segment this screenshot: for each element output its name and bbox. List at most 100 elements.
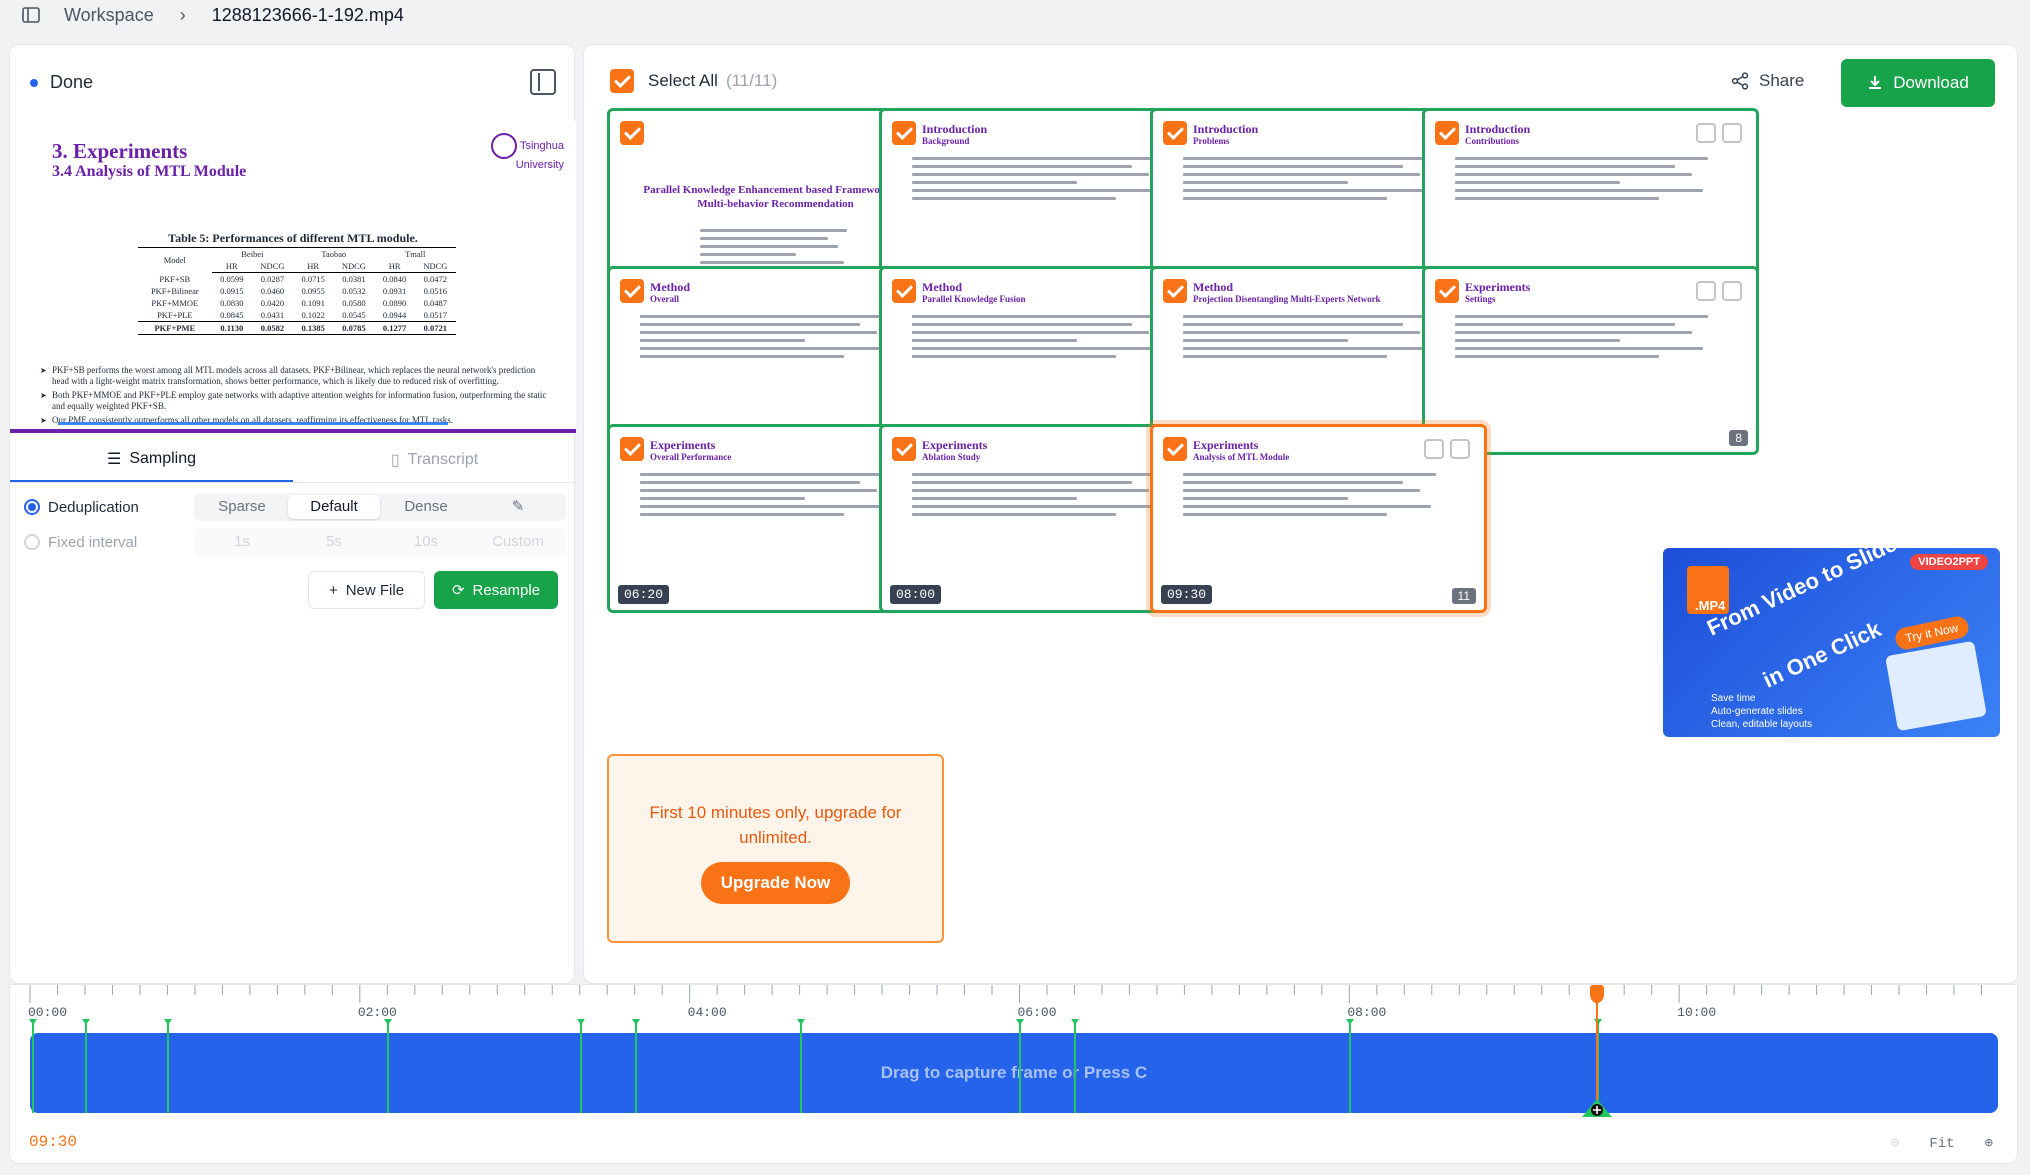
dedup-option[interactable]: Deduplication: [24, 492, 139, 522]
tab-sampling[interactable]: ☰ Sampling: [10, 438, 293, 482]
new-file-button[interactable]: + New File: [308, 571, 425, 609]
copy-icon[interactable]: [1696, 281, 1716, 301]
download-button[interactable]: Download: [1841, 59, 1995, 107]
frame-time: 09:30: [1161, 585, 1213, 604]
frame-title-text: Introduction: [1193, 122, 1259, 136]
table-cell: 0.0830: [220, 298, 244, 308]
resample-button[interactable]: ⟳ Resample: [434, 571, 558, 609]
frame-title: Introduction Background: [922, 123, 987, 147]
delete-icon[interactable]: [1722, 281, 1742, 301]
interval-custom[interactable]: Custom: [472, 530, 564, 554]
table-cell: 0.0840: [382, 274, 407, 284]
share-button[interactable]: Share: [1731, 71, 1804, 91]
interval-label: Fixed interval: [48, 533, 138, 551]
custom-pin-icon[interactable]: ✎: [472, 495, 564, 519]
preview-title: 3. Experiments: [52, 139, 188, 163]
interval-10s[interactable]: 10s: [380, 530, 472, 554]
interval-1s[interactable]: 1s: [196, 530, 288, 554]
frame-content: [1455, 315, 1730, 363]
frame-checkbox[interactable]: [1435, 279, 1459, 303]
upgrade-now-button[interactable]: Upgrade Now: [700, 862, 851, 904]
frame-title: Introduction Contributions: [1465, 123, 1530, 147]
frame-marker[interactable]: [164, 1019, 173, 1113]
select-all[interactable]: Select All (11/11): [610, 69, 777, 93]
radio-dedup[interactable]: [24, 499, 40, 515]
frames-header: Select All (11/11) Share Download: [584, 45, 2019, 117]
frame-marker[interactable]: [384, 1019, 393, 1113]
bullet-item: Both PKF+MMOE and PKF+PLE employ gate ne…: [40, 390, 550, 412]
fit-button[interactable]: Fit: [1929, 1136, 1954, 1152]
tab-transcript[interactable]: ▯ Transcript: [293, 438, 576, 482]
capture-add-icon[interactable]: [1581, 1099, 1612, 1117]
table-cell: 0.0955: [301, 286, 325, 296]
frame-title-text: Experiments: [650, 438, 716, 452]
frame-title: Parallel Knowledge Enhancement based Fra…: [643, 184, 908, 210]
table-header-row: Model Beibei Taobao Tmall: [138, 248, 456, 265]
table-cell: 0.1022: [301, 310, 325, 320]
frame-thumbnail[interactable]: Experiments Analysis of MTL Module 09:30 11: [1150, 424, 1487, 613]
interval-selector: 1s 5s 10s Custom: [194, 528, 566, 556]
status-header: Done: [10, 45, 576, 120]
frame-checkbox[interactable]: [1163, 437, 1187, 461]
interval-option[interactable]: Fixed interval: [24, 527, 137, 557]
table-cell: 0.0532: [342, 286, 366, 296]
document-icon: ▯: [390, 452, 400, 469]
timeline-track[interactable]: Drag to capture frame or Press C: [29, 1019, 1998, 1113]
download-label: Download: [1893, 73, 1969, 92]
collapse-panel-icon[interactable]: [530, 69, 556, 95]
frame-marker[interactable]: [1346, 1019, 1355, 1113]
zoom-out-icon[interactable]: ⊖: [1891, 1135, 1899, 1152]
radio-interval[interactable]: [24, 534, 40, 550]
ad-headline-1: From Video to Slides: [1703, 548, 1912, 641]
density-sparse[interactable]: Sparse: [196, 495, 288, 519]
frame-checkbox[interactable]: [1163, 121, 1187, 145]
table-cell: 0.0431: [260, 310, 285, 320]
slide-progress-bar: [58, 422, 448, 425]
density-default[interactable]: Default: [288, 495, 380, 519]
ad-feature: Clean, editable layouts: [1711, 719, 1813, 730]
frame-checkbox[interactable]: [892, 121, 916, 145]
status-text: Done: [50, 72, 94, 92]
frame-checkbox[interactable]: [620, 121, 644, 145]
sidebar-toggle-icon[interactable]: [22, 7, 40, 23]
table-cell: 0.0472: [423, 274, 448, 284]
frame-checkbox[interactable]: [620, 279, 644, 303]
timeline-hint: Drag to capture frame or Press C: [880, 1063, 1148, 1082]
frame-subtitle: Settings: [1465, 294, 1496, 304]
frame-title: Method Projection Disentangling Multi-Exp…: [1193, 281, 1381, 305]
density-dense[interactable]: Dense: [380, 495, 472, 519]
frame-marker[interactable]: [29, 1019, 37, 1113]
copy-icon[interactable]: [1424, 439, 1444, 459]
delete-icon[interactable]: [1450, 439, 1470, 459]
playhead[interactable]: [1595, 985, 1598, 1113]
frame-marker[interactable]: [576, 1019, 585, 1113]
table-cell: 0.0582: [251, 321, 294, 335]
frame-subtitle: Overall Performance: [650, 452, 732, 462]
preview-table-caption: Table 5: Performances of different MTL m…: [168, 231, 418, 245]
timeline-label: 04:00: [687, 1005, 727, 1020]
table-header-cell: NDCG: [251, 260, 294, 273]
frame-checkbox[interactable]: [892, 437, 916, 461]
frame-subtitle: Ablation Study: [922, 452, 981, 462]
frame-marker[interactable]: [1071, 1019, 1080, 1113]
frame-checkbox[interactable]: [1163, 279, 1187, 303]
frame-checkbox[interactable]: [892, 279, 916, 303]
status-dot-icon: [30, 78, 38, 87]
frame-marker[interactable]: [796, 1019, 805, 1113]
frame-marker[interactable]: [631, 1019, 640, 1113]
table-cell: 0.0931: [382, 286, 407, 296]
select-all-checkbox[interactable]: [610, 69, 634, 93]
interval-5s[interactable]: 5s: [288, 530, 380, 554]
frame-marker[interactable]: [81, 1019, 90, 1113]
playhead-handle[interactable]: [1589, 985, 1604, 1003]
frame-checkbox[interactable]: [1435, 121, 1459, 145]
copy-icon[interactable]: [1696, 123, 1716, 143]
zoom-in-icon[interactable]: ⊕: [1985, 1135, 1993, 1152]
ad-banner[interactable]: VIDEO2PPT .MP4 From Video to Slides in O…: [1663, 548, 2000, 737]
frame-checkbox[interactable]: [620, 437, 644, 461]
delete-icon[interactable]: [1722, 123, 1742, 143]
table-header-cell: NDCG: [333, 260, 375, 273]
frame-content: [640, 315, 915, 363]
breadcrumb-workspace[interactable]: Workspace: [64, 5, 154, 26]
frame-marker[interactable]: [1016, 1019, 1025, 1113]
